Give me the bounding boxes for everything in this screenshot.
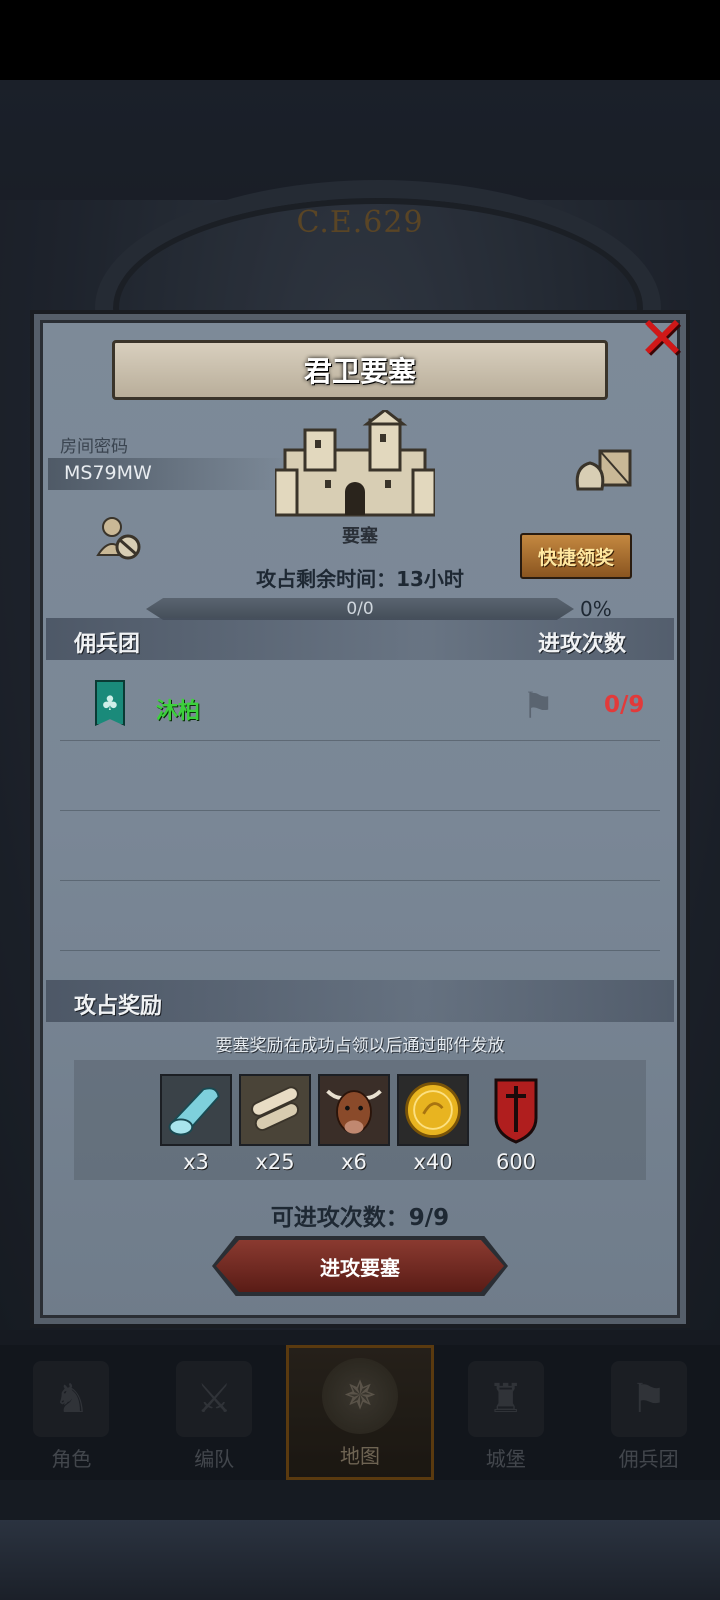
bottom-bar-area bbox=[0, 1520, 720, 1600]
available-attacks-label: 可进攻次数： bbox=[270, 1205, 409, 1231]
remaining-time-label: 攻占剩余时间： bbox=[256, 567, 397, 591]
reward-qty: x6 bbox=[341, 1150, 367, 1174]
fortress-icon bbox=[275, 410, 435, 517]
occupant-forbidden-icon bbox=[96, 517, 141, 560]
row-divider bbox=[60, 810, 660, 811]
status-bar-area bbox=[0, 0, 720, 80]
close-icon[interactable]: ✕ bbox=[636, 309, 688, 367]
supplies-icon[interactable] bbox=[574, 445, 634, 493]
reward-note: 要塞奖励在成功占领以后通过邮件发放 bbox=[215, 1036, 505, 1056]
reward-qty: 600 bbox=[495, 1150, 537, 1174]
reward-qty: x3 bbox=[183, 1150, 209, 1174]
available-attacks-value: 9/9 bbox=[408, 1205, 450, 1231]
cloth-roll-icon[interactable] bbox=[160, 1074, 232, 1146]
reward-header: 攻占奖励 bbox=[74, 994, 163, 1019]
row-divider bbox=[60, 880, 660, 881]
room-password-label: 房间密码 bbox=[60, 437, 128, 457]
room-code: MS79MW bbox=[64, 462, 152, 484]
remaining-time-value: 13小时 bbox=[396, 567, 464, 591]
gold-coin-icon[interactable] bbox=[397, 1074, 469, 1146]
sword-emblem-icon[interactable] bbox=[480, 1074, 552, 1146]
row-divider bbox=[60, 950, 660, 951]
remaining-time: 攻占剩余时间：13小时 bbox=[0, 563, 720, 592]
scroll-icon[interactable] bbox=[239, 1074, 311, 1146]
cattle-icon[interactable] bbox=[318, 1074, 390, 1146]
available-attacks: 可进攻次数：9/9 bbox=[0, 1198, 720, 1232]
row-divider bbox=[60, 740, 660, 741]
flag-icon: ⚑ bbox=[522, 686, 555, 727]
attack-fortress-button[interactable]: 进攻要塞 bbox=[216, 1240, 504, 1292]
reward-qty: x40 bbox=[413, 1150, 453, 1174]
reward-qty: x25 bbox=[255, 1150, 295, 1174]
guild-banner-icon: ♣ bbox=[95, 680, 125, 726]
mercenary-attack-count: 0/9 bbox=[604, 692, 645, 718]
dialog-title: 君卫要塞 bbox=[112, 340, 608, 400]
attack-count-header: 进攻次数 bbox=[538, 632, 627, 657]
mercenary-header: 佣兵团 bbox=[74, 632, 141, 657]
progress-count: 0/0 bbox=[346, 599, 374, 619]
mercenary-name[interactable]: 沐柏 bbox=[156, 693, 200, 725]
